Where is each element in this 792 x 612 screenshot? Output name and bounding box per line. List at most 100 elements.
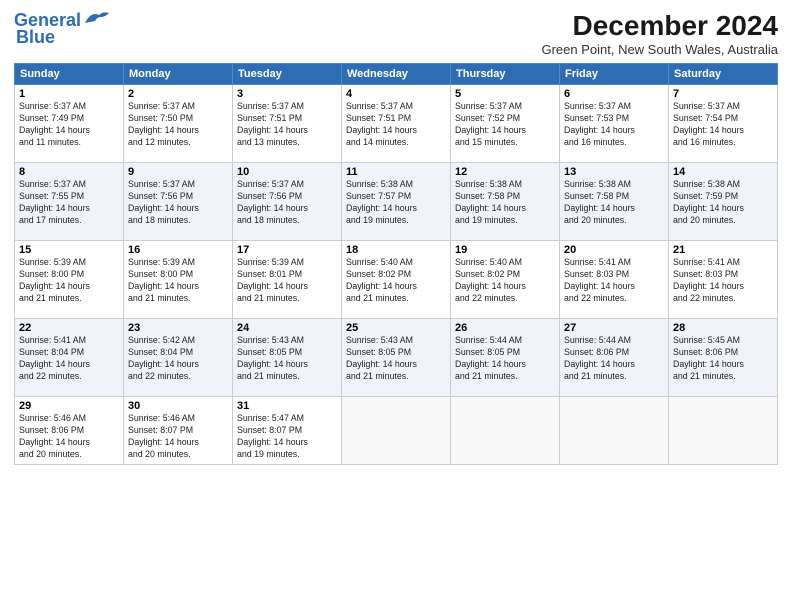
table-row: 17Sunrise: 5:39 AMSunset: 8:01 PMDayligh… <box>233 241 342 319</box>
table-row: 9Sunrise: 5:37 AMSunset: 7:56 PMDaylight… <box>124 163 233 241</box>
day-info: Sunrise: 5:43 AMSunset: 8:05 PMDaylight:… <box>346 335 446 383</box>
day-number: 14 <box>673 166 773 178</box>
day-info: Sunrise: 5:47 AMSunset: 8:07 PMDaylight:… <box>237 413 337 461</box>
day-number: 29 <box>19 400 119 412</box>
day-number: 10 <box>237 166 337 178</box>
day-info: Sunrise: 5:39 AMSunset: 8:00 PMDaylight:… <box>19 257 119 305</box>
calendar-week-row: 15Sunrise: 5:39 AMSunset: 8:00 PMDayligh… <box>15 241 778 319</box>
day-number: 6 <box>564 88 664 100</box>
header: General Blue December 2024 Green Point, … <box>14 10 778 57</box>
day-number: 13 <box>564 166 664 178</box>
table-row: 29Sunrise: 5:46 AMSunset: 8:06 PMDayligh… <box>15 397 124 465</box>
day-info: Sunrise: 5:46 AMSunset: 8:06 PMDaylight:… <box>19 413 119 461</box>
table-row: 23Sunrise: 5:42 AMSunset: 8:04 PMDayligh… <box>124 319 233 397</box>
calendar-header-row: Sunday Monday Tuesday Wednesday Thursday… <box>15 64 778 85</box>
day-info: Sunrise: 5:38 AMSunset: 7:58 PMDaylight:… <box>455 179 555 227</box>
day-info: Sunrise: 5:46 AMSunset: 8:07 PMDaylight:… <box>128 413 228 461</box>
table-row: 15Sunrise: 5:39 AMSunset: 8:00 PMDayligh… <box>15 241 124 319</box>
day-info: Sunrise: 5:38 AMSunset: 7:59 PMDaylight:… <box>673 179 773 227</box>
day-number: 18 <box>346 244 446 256</box>
day-info: Sunrise: 5:37 AMSunset: 7:51 PMDaylight:… <box>237 101 337 149</box>
day-number: 25 <box>346 322 446 334</box>
day-number: 2 <box>128 88 228 100</box>
day-info: Sunrise: 5:37 AMSunset: 7:50 PMDaylight:… <box>128 101 228 149</box>
day-info: Sunrise: 5:37 AMSunset: 7:52 PMDaylight:… <box>455 101 555 149</box>
table-row: 1Sunrise: 5:37 AMSunset: 7:49 PMDaylight… <box>15 85 124 163</box>
day-number: 23 <box>128 322 228 334</box>
table-row: 27Sunrise: 5:44 AMSunset: 8:06 PMDayligh… <box>560 319 669 397</box>
calendar-week-row: 1Sunrise: 5:37 AMSunset: 7:49 PMDaylight… <box>15 85 778 163</box>
col-sunday: Sunday <box>15 64 124 85</box>
col-saturday: Saturday <box>669 64 778 85</box>
day-info: Sunrise: 5:41 AMSunset: 8:04 PMDaylight:… <box>19 335 119 383</box>
col-wednesday: Wednesday <box>342 64 451 85</box>
calendar-week-row: 8Sunrise: 5:37 AMSunset: 7:55 PMDaylight… <box>15 163 778 241</box>
table-row: 18Sunrise: 5:40 AMSunset: 8:02 PMDayligh… <box>342 241 451 319</box>
day-number: 5 <box>455 88 555 100</box>
day-info: Sunrise: 5:38 AMSunset: 7:58 PMDaylight:… <box>564 179 664 227</box>
day-number: 1 <box>19 88 119 100</box>
day-number: 27 <box>564 322 664 334</box>
main-title: December 2024 <box>541 10 778 42</box>
day-number: 24 <box>237 322 337 334</box>
day-info: Sunrise: 5:37 AMSunset: 7:55 PMDaylight:… <box>19 179 119 227</box>
day-number: 31 <box>237 400 337 412</box>
table-row <box>669 397 778 465</box>
day-info: Sunrise: 5:41 AMSunset: 8:03 PMDaylight:… <box>673 257 773 305</box>
table-row <box>342 397 451 465</box>
logo-blue: Blue <box>16 27 55 48</box>
col-friday: Friday <box>560 64 669 85</box>
table-row: 4Sunrise: 5:37 AMSunset: 7:51 PMDaylight… <box>342 85 451 163</box>
day-info: Sunrise: 5:40 AMSunset: 8:02 PMDaylight:… <box>455 257 555 305</box>
table-row: 31Sunrise: 5:47 AMSunset: 8:07 PMDayligh… <box>233 397 342 465</box>
table-row: 19Sunrise: 5:40 AMSunset: 8:02 PMDayligh… <box>451 241 560 319</box>
table-row: 21Sunrise: 5:41 AMSunset: 8:03 PMDayligh… <box>669 241 778 319</box>
day-info: Sunrise: 5:39 AMSunset: 8:00 PMDaylight:… <box>128 257 228 305</box>
day-info: Sunrise: 5:45 AMSunset: 8:06 PMDaylight:… <box>673 335 773 383</box>
day-number: 22 <box>19 322 119 334</box>
day-info: Sunrise: 5:39 AMSunset: 8:01 PMDaylight:… <box>237 257 337 305</box>
day-number: 28 <box>673 322 773 334</box>
day-info: Sunrise: 5:42 AMSunset: 8:04 PMDaylight:… <box>128 335 228 383</box>
logo: General Blue <box>14 10 111 48</box>
day-info: Sunrise: 5:44 AMSunset: 8:05 PMDaylight:… <box>455 335 555 383</box>
table-row: 22Sunrise: 5:41 AMSunset: 8:04 PMDayligh… <box>15 319 124 397</box>
day-info: Sunrise: 5:37 AMSunset: 7:56 PMDaylight:… <box>237 179 337 227</box>
day-number: 8 <box>19 166 119 178</box>
day-number: 11 <box>346 166 446 178</box>
table-row: 12Sunrise: 5:38 AMSunset: 7:58 PMDayligh… <box>451 163 560 241</box>
page: General Blue December 2024 Green Point, … <box>0 0 792 612</box>
day-info: Sunrise: 5:40 AMSunset: 8:02 PMDaylight:… <box>346 257 446 305</box>
table-row: 24Sunrise: 5:43 AMSunset: 8:05 PMDayligh… <box>233 319 342 397</box>
day-info: Sunrise: 5:37 AMSunset: 7:53 PMDaylight:… <box>564 101 664 149</box>
day-number: 16 <box>128 244 228 256</box>
table-row: 7Sunrise: 5:37 AMSunset: 7:54 PMDaylight… <box>669 85 778 163</box>
calendar-week-row: 22Sunrise: 5:41 AMSunset: 8:04 PMDayligh… <box>15 319 778 397</box>
calendar: Sunday Monday Tuesday Wednesday Thursday… <box>14 63 778 465</box>
table-row: 26Sunrise: 5:44 AMSunset: 8:05 PMDayligh… <box>451 319 560 397</box>
day-info: Sunrise: 5:43 AMSunset: 8:05 PMDaylight:… <box>237 335 337 383</box>
day-number: 30 <box>128 400 228 412</box>
day-number: 26 <box>455 322 555 334</box>
table-row: 14Sunrise: 5:38 AMSunset: 7:59 PMDayligh… <box>669 163 778 241</box>
table-row: 2Sunrise: 5:37 AMSunset: 7:50 PMDaylight… <box>124 85 233 163</box>
day-number: 19 <box>455 244 555 256</box>
day-number: 17 <box>237 244 337 256</box>
table-row: 10Sunrise: 5:37 AMSunset: 7:56 PMDayligh… <box>233 163 342 241</box>
table-row <box>560 397 669 465</box>
table-row: 25Sunrise: 5:43 AMSunset: 8:05 PMDayligh… <box>342 319 451 397</box>
day-number: 20 <box>564 244 664 256</box>
table-row: 30Sunrise: 5:46 AMSunset: 8:07 PMDayligh… <box>124 397 233 465</box>
table-row: 6Sunrise: 5:37 AMSunset: 7:53 PMDaylight… <box>560 85 669 163</box>
table-row: 3Sunrise: 5:37 AMSunset: 7:51 PMDaylight… <box>233 85 342 163</box>
day-info: Sunrise: 5:37 AMSunset: 7:49 PMDaylight:… <box>19 101 119 149</box>
calendar-week-row: 29Sunrise: 5:46 AMSunset: 8:06 PMDayligh… <box>15 397 778 465</box>
subtitle: Green Point, New South Wales, Australia <box>541 42 778 57</box>
table-row: 13Sunrise: 5:38 AMSunset: 7:58 PMDayligh… <box>560 163 669 241</box>
day-info: Sunrise: 5:37 AMSunset: 7:56 PMDaylight:… <box>128 179 228 227</box>
day-number: 4 <box>346 88 446 100</box>
table-row: 28Sunrise: 5:45 AMSunset: 8:06 PMDayligh… <box>669 319 778 397</box>
table-row: 16Sunrise: 5:39 AMSunset: 8:00 PMDayligh… <box>124 241 233 319</box>
day-number: 9 <box>128 166 228 178</box>
table-row: 5Sunrise: 5:37 AMSunset: 7:52 PMDaylight… <box>451 85 560 163</box>
